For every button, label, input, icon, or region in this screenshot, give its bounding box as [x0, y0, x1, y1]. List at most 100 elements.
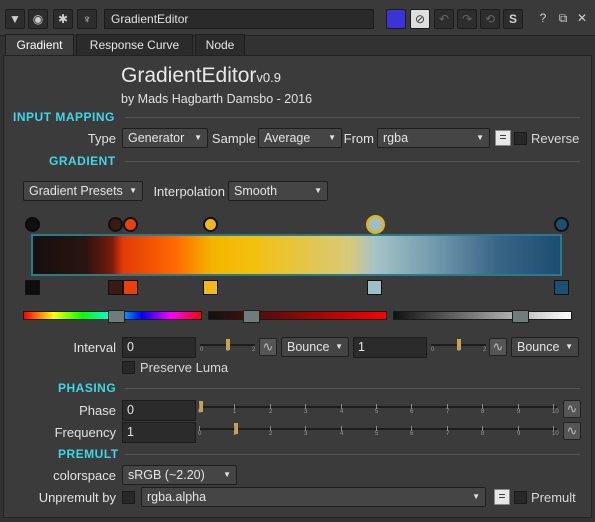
animation-curve-icon[interactable]: ∿ — [489, 338, 507, 356]
slider-tick-label: 3 — [304, 431, 308, 437]
gradient-stop-swatch[interactable] — [203, 280, 218, 295]
interval-start-mode-dropdown[interactable]: Bounce ▼ — [281, 337, 349, 357]
phase-label: Phase — [79, 403, 116, 418]
divider — [125, 454, 580, 455]
phase-slider[interactable]: 0 1 2 3 4 5 6 7 8 9 10 — [198, 400, 559, 420]
sample-label: Sample — [211, 131, 256, 146]
slider-tick-label: 7 — [446, 409, 450, 415]
section-input-mapping: INPUT MAPPING — [13, 110, 115, 124]
frequency-slider[interactable]: 0 1 2 3 4 5 6 7 8 9 10 — [198, 422, 559, 442]
slider-tick-label: 2 — [269, 431, 273, 437]
slider-tick-label: 4 — [340, 431, 344, 437]
no-color-icon[interactable]: ⊘ — [410, 9, 430, 29]
premult-checkbox[interactable] — [514, 491, 527, 504]
gradient-stop-handle[interactable] — [25, 217, 40, 232]
hue-slider-handle[interactable] — [108, 310, 125, 323]
slider-tick-label: 1 — [233, 431, 237, 437]
divider — [125, 388, 580, 389]
interval-end-slider[interactable]: 0 1 2 — [431, 338, 486, 358]
slider-tick-label: 6 — [410, 409, 414, 415]
slider-tick-label: 8 — [481, 409, 485, 415]
gradient-stop-swatch[interactable] — [123, 280, 138, 295]
equals-button[interactable]: = — [495, 130, 511, 146]
tab-node[interactable]: Node — [195, 34, 245, 56]
interval-end-field[interactable]: 1 — [353, 337, 427, 358]
undo-icon[interactable]: ↶ — [434, 9, 454, 29]
viewer-icon[interactable]: ◉ — [28, 9, 48, 29]
frequency-field[interactable]: 1 — [122, 422, 196, 443]
interval-start-field[interactable]: 0 — [122, 337, 196, 358]
saturation-slider-handle[interactable] — [243, 310, 260, 323]
reverse-checkbox[interactable] — [514, 132, 527, 145]
color-swatch-icon[interactable] — [386, 9, 406, 29]
float-icon[interactable]: ⧉ — [553, 9, 573, 29]
close-icon[interactable]: ✕ — [572, 9, 592, 29]
sample-dropdown[interactable]: Average ▼ — [258, 128, 342, 148]
gradient-stop-handle[interactable] — [123, 217, 138, 232]
header-author: by Mads Hagbarth Damsbo - 2016 — [121, 92, 313, 106]
gradient-stop-handle[interactable] — [108, 217, 123, 232]
from-dropdown[interactable]: rgba ▼ — [377, 128, 490, 148]
saturation-slider[interactable] — [208, 310, 387, 323]
animation-curve-icon[interactable]: ∿ — [563, 400, 581, 418]
phase-field[interactable]: 0 — [122, 400, 196, 421]
gradient-stop-handle[interactable] — [203, 217, 218, 232]
gradient-presets-button[interactable]: Gradient Presets ▼ — [23, 181, 143, 201]
premult-label: Premult — [531, 490, 576, 505]
animation-curve-icon[interactable]: ∿ — [259, 338, 277, 356]
node-name-field[interactable]: GradientEditor — [104, 9, 374, 29]
unpremult-channel-dropdown[interactable]: rgba.alpha ▼ — [141, 487, 486, 507]
interval-start-slider[interactable]: 0 1 2 — [200, 338, 255, 358]
slider-tick-label: 6 — [410, 431, 414, 437]
type-dropdown[interactable]: Generator ▼ — [122, 128, 208, 148]
gradient-stop-handle-selected[interactable] — [366, 215, 385, 234]
value-slider-handle[interactable] — [512, 310, 529, 323]
tab-gradient[interactable]: Gradient — [5, 34, 74, 56]
tab-bar: Gradient Response Curve Node — [0, 34, 595, 56]
script-icon[interactable]: S — [503, 9, 523, 29]
help-icon[interactable]: ? — [533, 9, 553, 29]
preserve-luma-checkbox[interactable] — [122, 361, 135, 374]
gradient-stop-swatch[interactable] — [554, 280, 569, 295]
type-label: Type — [87, 131, 116, 146]
equals-button[interactable]: = — [494, 489, 510, 505]
title-bar: ▼ ◉ ✱ ♆ GradientEditor ⊘ ↶ ↷ ⟲ S ? ⧉ ✕ — [0, 0, 595, 36]
hue-slider[interactable] — [23, 310, 202, 323]
preserve-luma-label: Preserve Luma — [140, 360, 229, 375]
tab-response-curve[interactable]: Response Curve — [76, 34, 193, 56]
section-gradient: GRADIENT — [49, 154, 116, 168]
revert-icon[interactable]: ⟲ — [480, 9, 500, 29]
slider-tick-label: 4 — [340, 409, 344, 415]
tools-icon[interactable]: ♆ — [77, 9, 97, 29]
divider — [125, 161, 580, 162]
interpolation-label: Interpolation — [153, 184, 225, 199]
gradient-stop-swatch[interactable] — [108, 280, 123, 295]
collapse-icon[interactable]: ▼ — [5, 9, 25, 29]
interpolation-dropdown[interactable]: Smooth ▼ — [228, 181, 328, 201]
bug-icon[interactable]: ✱ — [53, 9, 73, 29]
interval-end-mode-dropdown[interactable]: Bounce ▼ — [511, 337, 579, 357]
slider-tick-label: 5 — [375, 431, 379, 437]
unpremult-checkbox[interactable] — [122, 491, 135, 504]
slider-tick-label: 9 — [517, 409, 521, 415]
slider-tick-label: 3 — [304, 409, 308, 415]
reverse-label: Reverse — [531, 131, 580, 146]
gradient-bar[interactable] — [31, 234, 562, 276]
header-title: GradientEditorv0.9 — [121, 64, 281, 87]
gradient-stop-swatch[interactable] — [367, 280, 382, 295]
slider-tick-label: 2 — [269, 409, 273, 415]
slider-tick-label: 10 — [552, 409, 559, 415]
gradient-stop-swatch[interactable] — [25, 280, 40, 295]
colorspace-dropdown[interactable]: sRGB (~2.20) ▼ — [122, 465, 237, 485]
redo-icon[interactable]: ↷ — [457, 9, 477, 29]
unpremult-label: Unpremult by — [38, 490, 116, 505]
from-label: From — [343, 131, 374, 146]
version-label: v0.9 — [256, 70, 281, 85]
section-phasing: PHASING — [58, 381, 117, 395]
value-slider[interactable] — [393, 310, 572, 323]
frequency-label: Frequency — [54, 425, 116, 440]
animation-curve-icon[interactable]: ∿ — [563, 422, 581, 440]
gradient-stop-handle[interactable] — [554, 217, 569, 232]
slider-tick-label: 5 — [375, 409, 379, 415]
interval-label: Interval — [73, 340, 116, 355]
